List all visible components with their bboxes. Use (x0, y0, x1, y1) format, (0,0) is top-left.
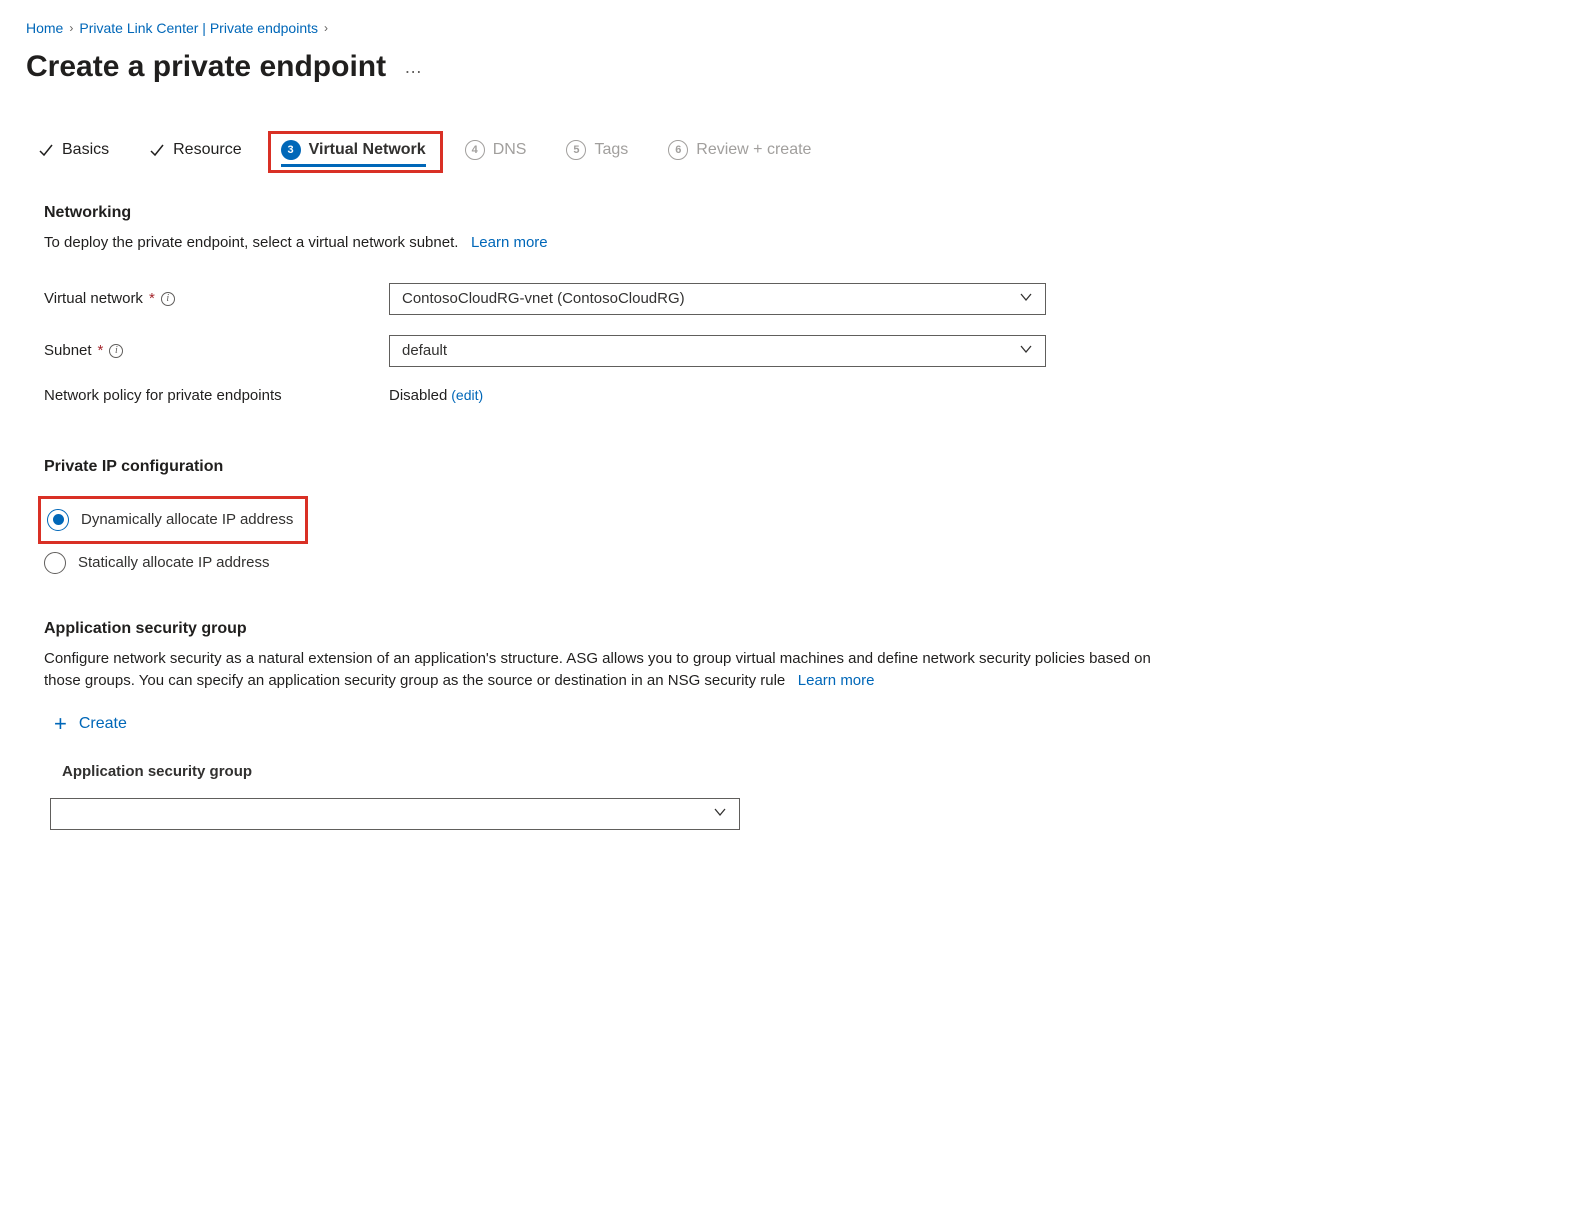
radio-icon (44, 552, 66, 574)
info-icon[interactable]: i (109, 344, 123, 358)
asg-dropdown[interactable] (50, 798, 740, 830)
tab-tags[interactable]: 5 Tags (562, 132, 632, 168)
asg-learn-more-link[interactable]: Learn more (798, 672, 875, 689)
label-text: Subnet (44, 342, 92, 359)
asg-description: Configure network security as a natural … (44, 648, 1164, 693)
virtual-network-row: Virtual network * i ContosoCloudRG-vnet … (44, 283, 1164, 315)
required-icon: * (98, 342, 104, 359)
checkmark-icon (38, 142, 54, 158)
tab-dns[interactable]: 4 DNS (461, 132, 531, 168)
networking-description: To deploy the private endpoint, select a… (44, 232, 1164, 255)
radio-label: Statically allocate IP address (78, 554, 270, 571)
virtual-network-dropdown[interactable]: ContosoCloudRG-vnet (ContosoCloudRG) (389, 283, 1046, 315)
network-policy-row: Network policy for private endpoints Dis… (44, 387, 1164, 404)
page-title-row: Create a private endpoint … (26, 50, 1549, 84)
label-text: Network policy for private endpoints (44, 387, 282, 404)
ip-config-radio-group: Dynamically allocate IP address Statical… (44, 496, 1164, 580)
breadcrumb-home[interactable]: Home (26, 20, 63, 36)
more-actions-icon[interactable]: … (404, 57, 424, 78)
checkmark-icon (149, 142, 165, 158)
wizard-tabs: Basics Resource 3 Virtual Network 4 DNS … (34, 132, 1549, 168)
step-number-icon: 6 (668, 140, 688, 160)
subnet-label: Subnet * i (44, 342, 389, 359)
radio-static-ip[interactable]: Statically allocate IP address (44, 546, 1164, 580)
step-number-icon: 5 (566, 140, 586, 160)
virtual-network-label: Virtual network * i (44, 290, 389, 307)
radio-label: Dynamically allocate IP address (81, 511, 293, 528)
subnet-dropdown[interactable]: default (389, 335, 1046, 367)
asg-create-button[interactable]: + Create (54, 713, 127, 735)
breadcrumb: Home › Private Link Center | Private end… (26, 20, 1549, 36)
tab-label: DNS (493, 141, 527, 159)
asg-description-text: Configure network security as a natural … (44, 650, 1151, 690)
asg-dropdown-label: Application security group (62, 763, 1164, 780)
network-policy-label: Network policy for private endpoints (44, 387, 389, 404)
step-number-icon: 4 (465, 140, 485, 160)
tab-review-create[interactable]: 6 Review + create (664, 132, 815, 168)
tab-label: Review + create (696, 141, 811, 159)
chevron-right-icon: › (324, 21, 328, 35)
plus-icon: + (54, 713, 67, 735)
networking-heading: Networking (44, 204, 1164, 222)
chevron-right-icon: › (69, 21, 73, 35)
step-number-icon: 3 (281, 140, 301, 160)
tab-label: Tags (594, 141, 628, 159)
ip-config-heading: Private IP configuration (44, 458, 1164, 476)
info-icon[interactable]: i (161, 292, 175, 306)
radio-dynamic-ip[interactable]: Dynamically allocate IP address (47, 503, 293, 537)
radio-icon (47, 509, 69, 531)
networking-description-text: To deploy the private endpoint, select a… (44, 234, 458, 251)
page-title: Create a private endpoint (26, 50, 386, 84)
tab-virtual-network[interactable]: 3 Virtual Network (268, 131, 443, 173)
chevron-down-icon (1019, 342, 1033, 359)
asg-heading: Application security group (44, 620, 1164, 638)
tab-label: Resource (173, 141, 241, 159)
network-policy-value: Disabled (389, 387, 447, 404)
tab-basics[interactable]: Basics (34, 133, 113, 167)
breadcrumb-private-link[interactable]: Private Link Center | Private endpoints (79, 20, 318, 36)
dropdown-value: default (402, 342, 447, 359)
tab-resource[interactable]: Resource (145, 133, 245, 167)
required-icon: * (149, 290, 155, 307)
chevron-down-icon (1019, 290, 1033, 307)
tab-label: Basics (62, 141, 109, 159)
chevron-down-icon (713, 805, 727, 822)
networking-learn-more-link[interactable]: Learn more (471, 234, 548, 251)
label-text: Virtual network (44, 290, 143, 307)
subnet-row: Subnet * i default (44, 335, 1164, 367)
create-label: Create (79, 715, 127, 733)
network-policy-edit-link[interactable]: (edit) (451, 387, 483, 403)
tab-label: Virtual Network (309, 141, 426, 159)
dropdown-value: ContosoCloudRG-vnet (ContosoCloudRG) (402, 290, 685, 307)
